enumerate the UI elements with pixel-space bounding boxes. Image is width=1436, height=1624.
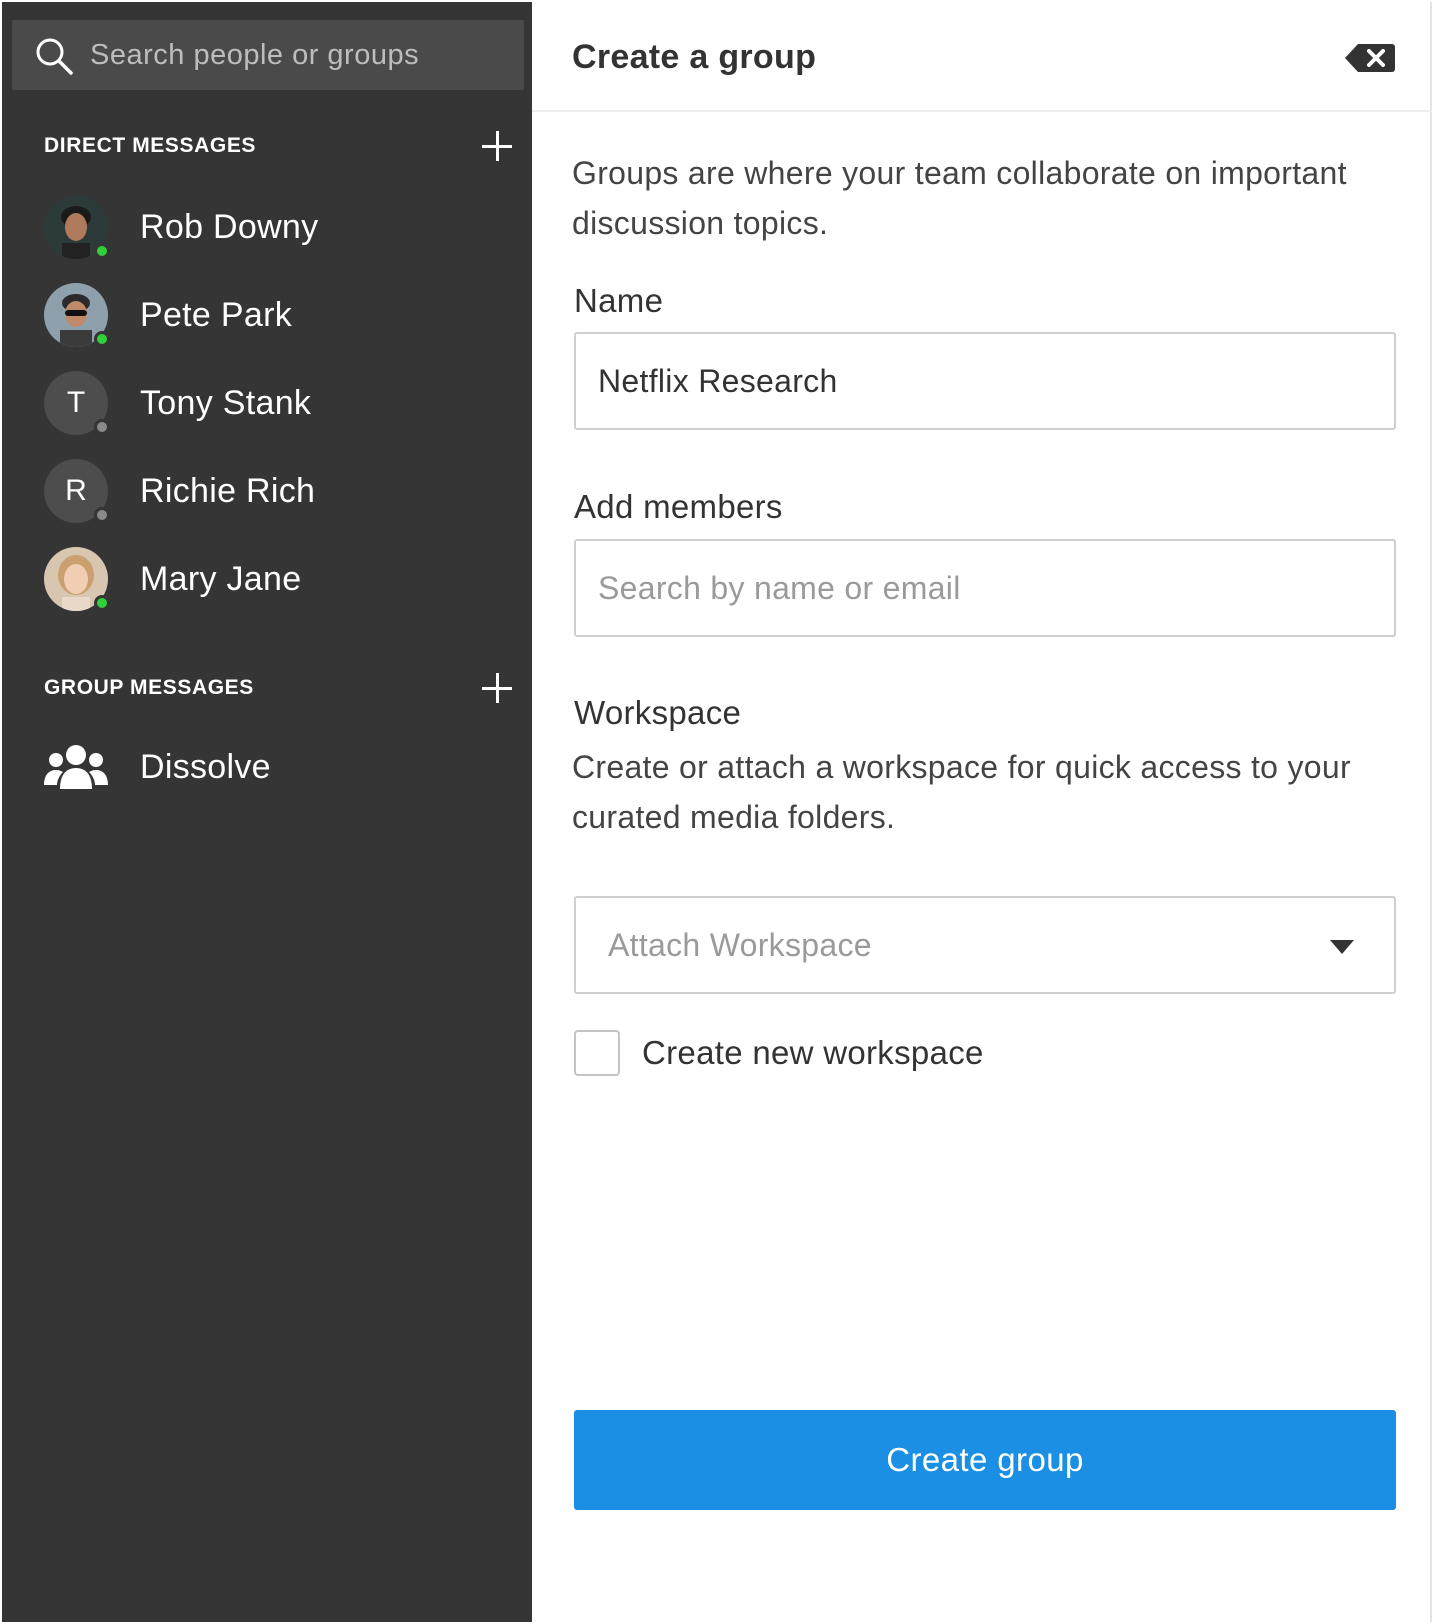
status-online-indicator [94, 595, 110, 611]
add-members-label: Add members [574, 488, 783, 525]
name-field[interactable] [576, 334, 1394, 428]
app-window: DIRECT MESSAGES Rob Downy [0, 0, 1436, 1624]
dm-item-tony-stank[interactable]: T Tony Stank [44, 368, 504, 438]
status-offline-indicator [94, 507, 110, 523]
create-group-panel: Create a group Groups are where your tea… [532, 2, 1432, 1622]
status-offline-indicator [94, 419, 110, 435]
dm-item-rob-downy[interactable]: Rob Downy [44, 192, 504, 262]
status-online-indicator [94, 243, 110, 259]
members-field-box [574, 539, 1396, 637]
dm-name: Richie Rich [140, 471, 316, 510]
direct-messages-title: DIRECT MESSAGES [44, 134, 257, 157]
close-icon[interactable] [1344, 42, 1396, 74]
users-icon [44, 745, 108, 789]
attach-workspace-value: Attach Workspace [608, 927, 872, 963]
dm-item-richie-rich[interactable]: R Richie Rich [44, 456, 504, 526]
add-direct-message-button[interactable] [480, 129, 514, 163]
group-item-dissolve[interactable]: Dissolve [44, 732, 504, 802]
create-group-button[interactable]: Create group [574, 1410, 1396, 1510]
avatar: T [44, 371, 110, 435]
create-new-workspace-option[interactable]: Create new workspace [574, 1030, 984, 1076]
add-group-message-button[interactable] [480, 671, 514, 705]
avatar [44, 547, 110, 611]
dm-name: Pete Park [140, 295, 292, 334]
attach-workspace-select[interactable]: Attach Workspace [574, 896, 1396, 994]
create-new-workspace-label: Create new workspace [642, 1034, 984, 1071]
search-input[interactable] [90, 20, 510, 90]
dm-item-mary-jane[interactable]: Mary Jane [44, 544, 504, 614]
avatar: R [44, 459, 110, 523]
panel-description: Groups are where your team collaborate o… [572, 155, 1347, 241]
members-search-input[interactable] [576, 541, 1394, 635]
group-name: Dissolve [140, 747, 271, 786]
panel-header: Create a group [532, 2, 1432, 112]
group-messages-title: GROUP MESSAGES [44, 676, 254, 699]
page-title: Create a group [572, 38, 817, 76]
search-icon [36, 38, 73, 75]
dm-name: Mary Jane [140, 559, 302, 598]
status-online-indicator [94, 331, 110, 347]
workspace-label: Workspace [574, 694, 742, 731]
dm-name: Tony Stank [140, 383, 312, 422]
dm-item-pete-park[interactable]: Pete Park [44, 280, 504, 350]
direct-messages-header: DIRECT MESSAGES [44, 126, 514, 166]
group-messages-header: GROUP MESSAGES [44, 668, 514, 708]
name-label: Name [574, 282, 664, 319]
sidebar: DIRECT MESSAGES Rob Downy [2, 2, 532, 1622]
create-new-workspace-checkbox[interactable] [574, 1030, 620, 1076]
sidebar-search[interactable] [12, 20, 524, 90]
workspace-description: Create or attach a workspace for quick a… [572, 749, 1351, 835]
name-field-box [574, 332, 1396, 430]
dm-name: Rob Downy [140, 207, 319, 246]
avatar [44, 195, 110, 259]
avatar [44, 283, 110, 347]
chevron-down-icon [1330, 940, 1354, 954]
